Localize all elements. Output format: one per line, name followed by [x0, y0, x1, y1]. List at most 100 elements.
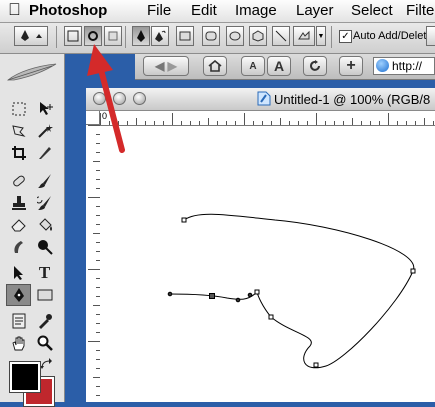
vertical-ruler[interactable] — [86, 125, 101, 402]
options-separator — [56, 26, 57, 48]
add-bookmark-button[interactable]: + — [339, 56, 363, 76]
foreground-color-swatch[interactable] — [9, 361, 41, 393]
rectangle-tool[interactable] — [32, 284, 57, 306]
ellipse-icon — [229, 31, 241, 41]
path-selection-tool[interactable] — [6, 262, 31, 284]
slice-icon — [38, 147, 51, 159]
lasso-tool[interactable] — [6, 120, 31, 142]
dodge-tool[interactable] — [32, 236, 57, 258]
anchor-point[interactable] — [268, 314, 274, 320]
marquee-icon — [12, 102, 25, 116]
hand-tool[interactable] — [6, 332, 31, 354]
direction-handle[interactable] — [235, 297, 241, 303]
globe-icon — [376, 59, 389, 72]
type-tool[interactable]: T — [32, 262, 57, 284]
line-icon — [275, 30, 287, 42]
hand-icon — [11, 336, 24, 351]
ellipse-button[interactable] — [226, 26, 244, 46]
zoom-tool[interactable] — [32, 332, 57, 354]
blur-tool[interactable] — [6, 236, 31, 258]
annotation-arrow-icon — [87, 44, 125, 153]
toolbox-panel: T — [0, 54, 65, 407]
marquee-tool[interactable] — [6, 98, 31, 120]
line-button[interactable] — [272, 26, 290, 46]
horizontal-ruler[interactable]: 0 — [100, 111, 435, 126]
reload-button[interactable] — [303, 56, 327, 76]
menu-layer[interactable]: Layer — [296, 2, 334, 19]
larger-text-button[interactable]: A — [267, 56, 291, 76]
rectangle-icon — [37, 289, 52, 301]
forward-arrow-icon[interactable]: ▶ — [168, 59, 177, 73]
reload-icon — [310, 60, 320, 71]
anchor-points[interactable] — [167, 217, 416, 368]
rounded-rectangle-button[interactable] — [202, 26, 220, 46]
polygon-icon — [252, 30, 264, 42]
pen-tool-selected[interactable] — [6, 284, 31, 306]
paint-bucket-icon — [38, 218, 52, 231]
paint-bucket-tool[interactable] — [32, 214, 57, 236]
pen-path-drawing[interactable] — [100, 126, 435, 402]
anchor-point[interactable] — [313, 362, 319, 368]
options-bar: ▼ ✓ Auto Add/Delete — [0, 23, 435, 54]
document-window: Untitled-1 @ 100% (RGB/8 0 — [86, 88, 435, 402]
tool-preset-picker[interactable] — [14, 26, 48, 46]
move-tool[interactable] — [32, 98, 57, 120]
shape-layers-button[interactable] — [64, 26, 82, 46]
crop-tool[interactable] — [6, 142, 31, 164]
anchor-point[interactable] — [410, 268, 416, 274]
crop-icon — [11, 146, 26, 160]
apple-menu-icon[interactable]:  — [8, 0, 21, 20]
menu-select[interactable]: Select — [351, 2, 393, 19]
path-combine-button[interactable] — [426, 26, 435, 46]
anchor-point[interactable] — [254, 289, 260, 295]
bandage-icon — [12, 175, 25, 187]
zoom-button[interactable] — [133, 92, 146, 105]
arrow-pointer-icon — [13, 266, 23, 280]
notes-tool[interactable] — [6, 310, 31, 332]
menu-filter[interactable]: Filte — [406, 2, 434, 19]
clone-stamp-tool[interactable] — [6, 192, 31, 214]
url-text: http:// — [392, 59, 423, 73]
freeform-pen-button[interactable] — [151, 26, 169, 46]
rectangle-shape-button[interactable] — [176, 26, 194, 46]
back-forward-buttons[interactable]: ◀ ▶ — [143, 56, 189, 76]
swap-colors-icon[interactable] — [40, 358, 54, 370]
url-field[interactable]: http:// — [373, 57, 435, 75]
chevron-down-icon: ▼ — [317, 32, 325, 40]
slice-tool[interactable] — [32, 142, 57, 164]
brush-tool[interactable] — [32, 170, 57, 192]
pen-icon — [137, 30, 145, 42]
direction-handle[interactable] — [167, 291, 173, 297]
smaller-text-button[interactable]: A — [241, 56, 265, 76]
history-brush-tool[interactable] — [32, 192, 57, 214]
menu-edit[interactable]: Edit — [191, 2, 217, 19]
healing-brush-tool[interactable] — [6, 170, 31, 192]
anchor-point[interactable] — [181, 217, 187, 223]
eraser-icon — [10, 219, 26, 232]
home-icon — [208, 60, 222, 72]
custom-shape-icon — [298, 30, 310, 40]
magic-wand-tool[interactable] — [32, 120, 57, 142]
shape-options-dropdown[interactable]: ▼ — [316, 26, 326, 46]
custom-shape-button[interactable] — [293, 26, 315, 46]
menu-image[interactable]: Image — [235, 2, 277, 19]
feather-logo-icon[interactable] — [6, 62, 58, 82]
auto-add-delete-label: Auto Add/Delete — [353, 30, 433, 42]
back-arrow-icon[interactable]: ◀ — [155, 59, 164, 73]
ruler-ticks — [100, 113, 434, 125]
home-button[interactable] — [203, 56, 227, 76]
pen-tool-button[interactable] — [132, 26, 150, 46]
polygon-button[interactable] — [249, 26, 267, 46]
menu-file[interactable]: File — [147, 2, 171, 19]
selected-anchor-point[interactable] — [209, 293, 215, 299]
checkmark-icon: ✓ — [341, 31, 350, 42]
auto-add-delete-checkbox[interactable]: ✓ — [339, 30, 352, 43]
ruler-ticks — [88, 125, 100, 396]
eyedropper-icon — [38, 314, 52, 329]
canvas[interactable] — [100, 126, 435, 402]
direction-handle[interactable] — [247, 292, 253, 298]
eyedropper-tool[interactable] — [32, 310, 57, 332]
menu-app-name[interactable]: Photoshop — [29, 2, 107, 19]
eraser-tool[interactable] — [6, 214, 31, 236]
rounded-rectangle-icon — [205, 31, 217, 41]
